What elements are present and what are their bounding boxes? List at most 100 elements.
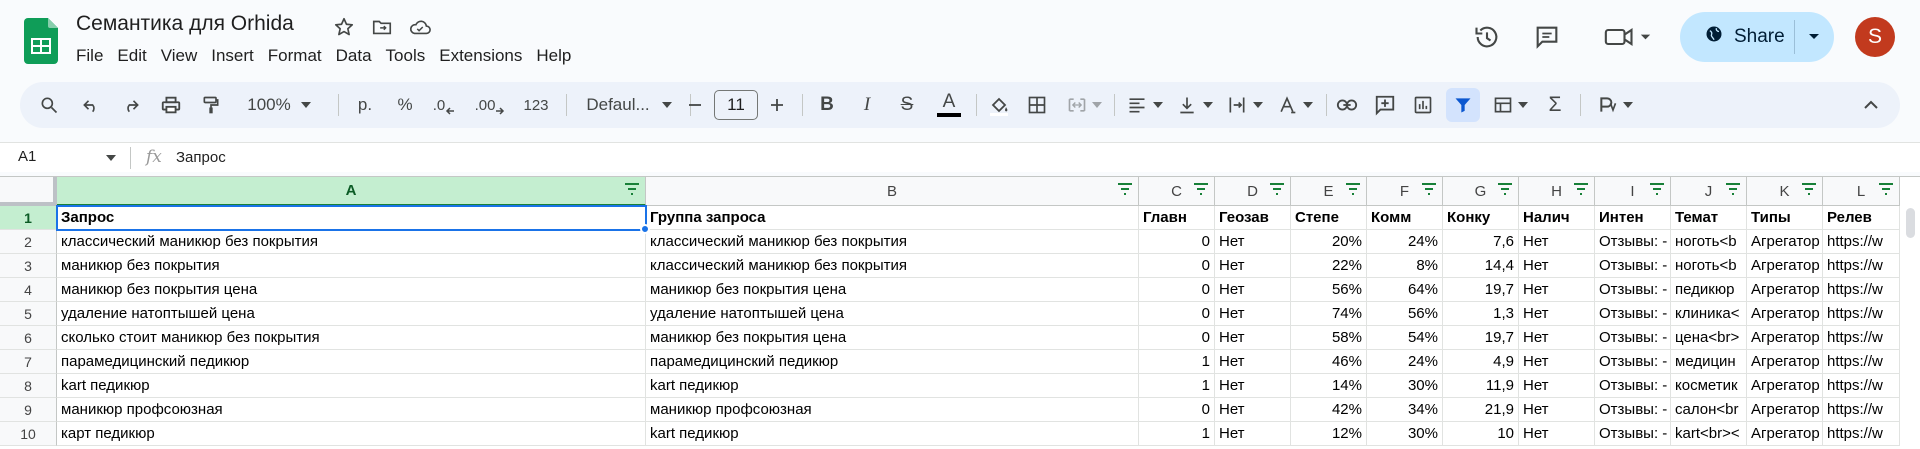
fill-handle[interactable] (640, 224, 650, 234)
table-cell[interactable]: kart педикюр (646, 422, 1139, 446)
table-cell[interactable]: маникюр профсоюзная (57, 398, 646, 422)
table-cell[interactable]: kart педикюр (57, 374, 646, 398)
fill-color-icon[interactable] (982, 82, 1016, 128)
column-filter-icon[interactable] (1269, 182, 1285, 196)
table-cell[interactable]: 30% (1367, 422, 1443, 446)
table-cell[interactable]: 10 (1443, 422, 1519, 446)
table-cell[interactable]: https://w (1823, 398, 1900, 422)
collapse-menus-icon[interactable] (1856, 82, 1886, 128)
table-cell[interactable]: классический маникюр без покрытия (646, 230, 1139, 254)
column-header-a[interactable]: A (57, 177, 646, 206)
menu-tools[interactable]: Tools (386, 44, 434, 68)
table-cell[interactable]: парамедицинский педикюр (646, 350, 1139, 374)
sheets-logo-icon[interactable] (24, 18, 58, 64)
row-header-3[interactable]: 3 (0, 254, 57, 278)
table-cell[interactable]: сколько стоит маникюр без покрытия (57, 326, 646, 350)
borders-icon[interactable] (1022, 82, 1052, 128)
percent-format-button[interactable]: % (390, 82, 420, 128)
table-cell[interactable]: Агрегатор (1747, 254, 1823, 278)
menu-file[interactable]: File (76, 44, 111, 68)
table-cell[interactable]: Нет (1519, 326, 1595, 350)
horizontal-align-icon[interactable] (1120, 82, 1170, 128)
row-header-7[interactable]: 7 (0, 350, 57, 374)
table-cell[interactable]: Нет (1215, 398, 1291, 422)
table-cell[interactable]: https://w (1823, 326, 1900, 350)
name-box[interactable]: A1 (18, 148, 36, 165)
decrease-font-size-icon[interactable] (680, 82, 710, 128)
table-cell[interactable]: Отзывы: - (1595, 398, 1671, 422)
text-color-icon[interactable]: A (932, 82, 966, 128)
header-cell[interactable]: Типы (1747, 206, 1823, 230)
table-cell[interactable]: Нет (1519, 398, 1595, 422)
more-formats-button[interactable]: 123 (516, 82, 556, 128)
insert-chart-icon[interactable] (1408, 82, 1438, 128)
zoom-select[interactable]: 100% (238, 82, 320, 128)
filter-views-icon[interactable] (1486, 82, 1534, 128)
table-cell[interactable]: 1 (1139, 422, 1215, 446)
table-cell[interactable]: https://w (1823, 422, 1900, 446)
table-cell[interactable]: 56% (1367, 302, 1443, 326)
header-cell[interactable]: Интен (1595, 206, 1671, 230)
table-cell[interactable]: Отзывы: - (1595, 350, 1671, 374)
share-main-button[interactable]: Share (1680, 12, 1794, 62)
menu-extensions[interactable]: Extensions (439, 44, 530, 68)
column-filter-icon[interactable] (1117, 182, 1133, 196)
table-cell[interactable]: 0 (1139, 398, 1215, 422)
font-size-input[interactable]: 11 (714, 90, 758, 120)
bold-icon[interactable]: B (812, 82, 842, 128)
table-cell[interactable]: Нет (1215, 350, 1291, 374)
share-dropdown-icon[interactable] (1795, 12, 1833, 62)
paint-format-icon[interactable] (196, 82, 226, 128)
column-header-b[interactable]: B (646, 177, 1139, 206)
table-cell[interactable]: https://w (1823, 302, 1900, 326)
row-header-2[interactable]: 2 (0, 230, 57, 254)
table-cell[interactable]: 21,9 (1443, 398, 1519, 422)
table-cell[interactable]: 8% (1367, 254, 1443, 278)
column-filter-icon[interactable] (1878, 182, 1894, 196)
increase-font-size-icon[interactable] (762, 82, 792, 128)
table-cell[interactable]: маникюр без покрытия цена (57, 278, 646, 302)
table-cell[interactable]: 0 (1139, 254, 1215, 278)
meet-icon[interactable] (1598, 20, 1658, 54)
merge-cells-icon[interactable] (1060, 82, 1108, 128)
table-cell[interactable]: Нет (1519, 278, 1595, 302)
increase-decimal-button[interactable]: .00 (470, 82, 510, 128)
table-cell[interactable]: удаление натоптышей цена (57, 302, 646, 326)
table-cell[interactable]: 0 (1139, 302, 1215, 326)
column-filter-icon[interactable] (1801, 182, 1817, 196)
table-cell[interactable]: 7,6 (1443, 230, 1519, 254)
table-cell[interactable]: Нет (1215, 254, 1291, 278)
column-filter-icon[interactable] (1421, 182, 1437, 196)
column-filter-icon[interactable] (1497, 182, 1513, 196)
text-wrapping-icon[interactable] (1220, 82, 1270, 128)
table-cell[interactable]: 14% (1291, 374, 1367, 398)
undo-icon[interactable] (76, 82, 106, 128)
table-cell[interactable]: 64% (1367, 278, 1443, 302)
menu-insert[interactable]: Insert (211, 44, 262, 68)
table-cell[interactable]: 56% (1291, 278, 1367, 302)
table-cell[interactable]: Нет (1519, 254, 1595, 278)
search-icon[interactable] (34, 82, 64, 128)
input-tools-icon[interactable] (1590, 82, 1640, 128)
row-header-1[interactable]: 1 (0, 206, 57, 230)
text-rotation-icon[interactable] (1270, 82, 1320, 128)
table-cell[interactable]: удаление натоптышей цена (646, 302, 1139, 326)
italic-icon[interactable]: I (852, 82, 882, 128)
table-cell[interactable]: Отзывы: - (1595, 326, 1671, 350)
table-cell[interactable]: Агрегатор (1747, 326, 1823, 350)
table-cell[interactable]: 22% (1291, 254, 1367, 278)
table-cell[interactable]: классический маникюр без покрытия (57, 230, 646, 254)
vertical-scrollbar[interactable] (1906, 208, 1915, 238)
document-title[interactable]: Семантика для Orhida (76, 12, 294, 36)
table-cell[interactable]: салон<br (1671, 398, 1747, 422)
currency-format-button[interactable]: р. (350, 82, 380, 128)
header-cell[interactable]: Релев (1823, 206, 1900, 230)
strikethrough-icon[interactable]: S (892, 82, 922, 128)
table-cell[interactable]: Агрегатор (1747, 398, 1823, 422)
table-cell[interactable]: Нет (1519, 230, 1595, 254)
table-cell[interactable]: клиника< (1671, 302, 1747, 326)
table-cell[interactable]: цена<br> (1671, 326, 1747, 350)
header-cell[interactable]: Комм (1367, 206, 1443, 230)
table-cell[interactable]: маникюр без покрытия (57, 254, 646, 278)
table-cell[interactable]: 11,9 (1443, 374, 1519, 398)
